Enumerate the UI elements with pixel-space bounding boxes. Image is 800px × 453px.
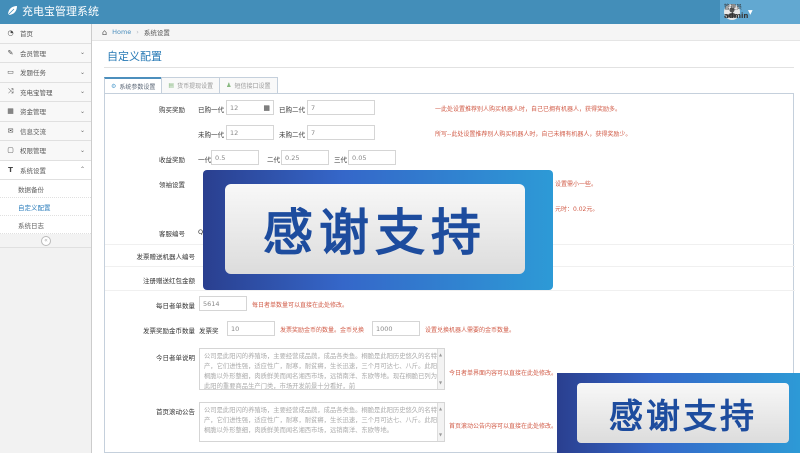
envelope-icon: ✉ — [7, 126, 14, 135]
app-title: 充电宝管理系统 — [22, 5, 99, 18]
coin-hint2: 设置兑换机器人需要的金币数量。 — [425, 327, 516, 334]
daily-hint: 每日者单数量可以直接在此处修改。 — [252, 302, 349, 309]
scroll-label: 首页滚动公告 — [156, 408, 195, 416]
today-textarea[interactable]: 公司是此阳闪的养殖场，主要经营成品蔬，成品各类鱼。桐脆是此阳历史悠久的名特产，它… — [199, 348, 445, 390]
text-width-icon: T — [8, 165, 13, 174]
thanks-text: 感谢支持 — [609, 396, 757, 437]
today-label: 今日者单说明 — [156, 354, 195, 362]
sidebar-sub-logs[interactable]: 系统日志 — [0, 216, 91, 234]
sidebar-sub-backup[interactable]: 数据备份 — [0, 180, 91, 198]
daily-label: 每日者单数量 — [156, 302, 195, 310]
chevron-down-icon: ⌄ — [79, 146, 85, 154]
sidebar-item-powerbank[interactable]: ⤨ 充电宝管理 ⌄ — [0, 82, 91, 102]
credit-card-icon: ▤ — [168, 82, 175, 89]
tab-withdraw[interactable]: ▤ 货币提现设置 — [161, 77, 221, 93]
leaf-icon — [7, 6, 17, 16]
income-input1[interactable]: 0.5 — [211, 150, 259, 165]
buy-row2-hint: 所写--此处设置推荐别人购买机器人时，自己未拥有机器人，获得奖励少。 — [435, 131, 632, 138]
sidebar-sub-custom-config[interactable]: 自定义配置 — [0, 198, 91, 216]
chevron-down-icon: ⌄ — [79, 127, 85, 135]
brand[interactable]: 充电宝管理系统 — [6, 3, 99, 19]
buy-row1-input1[interactable]: 12 ▦ — [226, 100, 274, 115]
sidebar-item-members[interactable]: ✎ 会员管理 ⌄ — [0, 43, 91, 63]
daily-input[interactable]: 5614 — [199, 296, 247, 311]
buy-row1-label2: 已购二代 — [279, 106, 305, 114]
user-role: 管理员 — [724, 3, 743, 11]
sidebar-item-settings[interactable]: T 系统设置 ⌃ — [0, 160, 91, 180]
scroll-textarea[interactable]: 公司是此阳闪的养殖场，主要经营成品蔬，成品各类鱼。桐脆是此阳历史悠久的名特产，它… — [199, 402, 445, 442]
buy-reward-label: 购买奖励 — [159, 106, 185, 114]
thanks-banner-small: 感谢支持 — [557, 373, 800, 453]
buy-row2-label2: 未购二代 — [279, 131, 305, 139]
sidebar-item-tasks[interactable]: ▭ 发题任务 ⌄ — [0, 63, 91, 83]
chevron-down-icon: ⌄ — [79, 49, 85, 57]
service-label: 客服编号 — [159, 230, 185, 238]
income-label: 收益奖励 — [159, 156, 185, 164]
shuffle-icon: ⤨ — [7, 87, 14, 96]
buy-row1-hint: 一此处设置推荐别人购买机器人时，自己已拥有机器人，获得奖励多。 — [435, 106, 622, 113]
scrollbar[interactable] — [437, 349, 444, 389]
buy-row1-input2[interactable]: 7 — [307, 100, 375, 115]
send-robot-label: 发票赠送机器人编号 — [136, 253, 196, 261]
coin-input2[interactable]: 1000 — [372, 321, 420, 336]
chevron-up-icon: ⌃ — [79, 166, 85, 174]
double-left-icon: « — [41, 236, 51, 246]
obscured-area — [377, 94, 437, 108]
user-icon: ♟ — [226, 82, 232, 89]
today-hint: 今日者单界面内容可以直接在此处修改。 — [449, 370, 558, 377]
scroll-hint: 首页滚动公告内容可以直接在此处修改。 — [449, 423, 558, 430]
coin-l1: 发票奖 — [199, 327, 219, 335]
chevron-down-icon: ⌄ — [79, 68, 85, 76]
home-icon: ⌂ — [102, 27, 108, 37]
sidebar-item-permissions[interactable]: ▢ 权限管理 ⌄ — [0, 141, 91, 161]
income-l2: 二代 — [267, 156, 280, 164]
sidebar-item-home[interactable]: ◔ 首页 — [0, 24, 91, 44]
sidebar-item-messages[interactable]: ✉ 信息交流 ⌄ — [0, 121, 91, 141]
user-name: admin — [724, 11, 749, 20]
top-navbar: 充电宝管理系统 管理员 admin ▼ — [0, 0, 800, 24]
edit-icon: ✎ — [7, 48, 14, 57]
income-l3: 三代 — [334, 156, 347, 164]
chevron-down-icon: ⌄ — [79, 107, 85, 115]
collect-hint2: 元时：0.02元。 — [555, 206, 599, 213]
sidebar: ◔ 首页 ✎ 会员管理 ⌄ ▭ 发题任务 ⌄ ⤨ 充电宝管理 ⌄ ▦ 资金管理 ⌄ ✉ 信息交流 ⌄ … — [0, 24, 92, 453]
user-menu[interactable]: 管理员 admin ▼ — [720, 0, 800, 24]
page-title: 自定义配置 — [107, 50, 162, 63]
divider — [105, 290, 795, 291]
breadcrumb-current: 系统设置 — [143, 29, 170, 37]
income-input2[interactable]: 0.25 — [281, 150, 329, 165]
scrollbar[interactable] — [437, 403, 444, 441]
chevron-down-icon: ⌄ — [79, 88, 85, 96]
buy-row2-label1: 未购一代 — [198, 131, 224, 139]
thanks-text: 感谢支持 — [263, 203, 487, 262]
cogs-icon: ⚙ — [111, 83, 117, 90]
calendar-icon: ▦ — [263, 103, 270, 112]
buy-row2-input2[interactable]: 7 — [307, 125, 375, 140]
caret-down-icon: ▼ — [748, 8, 753, 16]
income-l1: 一代 — [198, 156, 211, 164]
breadcrumb-home-link[interactable]: Home — [112, 28, 131, 36]
sidebar-item-finance[interactable]: ▦ 资金管理 ⌄ — [0, 102, 91, 122]
calendar-icon: ▦ — [7, 107, 14, 116]
breadcrumb: ⌂ Home › 系统设置 — [92, 24, 800, 41]
coin-hint1: 发票奖励金币的数量。金币兑换 — [280, 327, 365, 334]
income-input3[interactable]: 0.05 — [348, 150, 396, 165]
breadcrumb-separator: › — [136, 28, 139, 36]
tab-system-params[interactable]: ⚙ 系统参数设置 — [104, 77, 163, 94]
coin-input1[interactable]: 10 — [227, 321, 275, 336]
buy-row1-label1: 已购一代 — [198, 106, 224, 114]
tab-bar: ⚙ 系统参数设置 ▤ 货币提现设置 ♟ 短信接口设置 — [104, 77, 278, 94]
sidebar-collapse[interactable]: « — [0, 234, 91, 248]
title-divider — [104, 67, 794, 68]
tab-sms[interactable]: ♟ 短信接口设置 — [219, 77, 278, 93]
register-label: 注册赠送红包金额 — [143, 277, 195, 285]
coin-label: 发票奖励金币数量 — [143, 327, 195, 335]
thanks-banner-large: 感谢支持 — [203, 170, 553, 290]
folder-icon: ▭ — [7, 68, 14, 77]
collect-label: 领袖设置 — [159, 181, 185, 189]
file-icon: ▢ — [7, 146, 14, 155]
collect-hint1: 设置需小一些。 — [555, 181, 598, 188]
buy-row2-input1[interactable]: 12 — [226, 125, 274, 140]
dashboard-icon: ◔ — [7, 29, 14, 38]
